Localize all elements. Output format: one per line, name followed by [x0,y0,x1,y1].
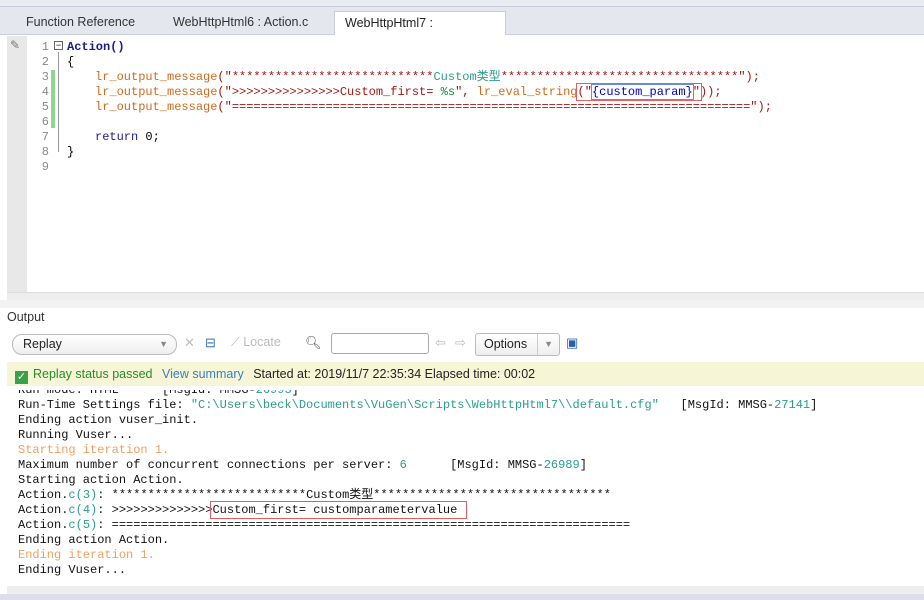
save-icon[interactable]: ▣ [566,335,578,351]
line-number: 5 [41,100,49,114]
view-summary-link[interactable]: View summary [162,367,244,381]
log-line: Starting iteration 1. [18,443,170,457]
line-number: 1 [41,40,49,54]
tab-webhttphtml6-action[interactable]: WebHttpHtml6 : Action.c [163,11,318,35]
editor-tab-bar: Function Reference WebHttpHtml6 : Action… [0,7,924,53]
tab-webhttphtml7-action[interactable]: WebHttpHtml7 : Action.c*✕ [334,11,506,53]
log-line: Ending action vuser_init. [18,413,199,427]
line-number: 8 [41,145,49,159]
tab-function-reference[interactable]: Function Reference [16,11,145,35]
line-number: 9 [41,160,49,174]
editor-gutter: ✎ [7,36,27,292]
log-line: Action.c(3): ***************************… [18,488,611,502]
fold-collapse-icon[interactable]: − [54,41,63,50]
log-line: Action.c(4): >>>>>>>>>>>>>>Custom_first=… [18,501,468,519]
check-icon: ✓ [15,371,28,384]
log-line: Maximum number of concurrent connections… [18,458,587,472]
output-filter-select[interactable]: Replay ▼ [12,334,177,355]
output-title: Output [7,310,45,324]
top-strip [0,0,924,7]
locate-button[interactable]: ⟋ Locate [231,335,281,350]
options-button[interactable]: Options ▼ [475,333,560,356]
search-icon[interactable]: 🔍︎ [305,335,322,351]
editor-horizontal-scrollbar[interactable] [7,292,924,300]
code-line-7: return 0; [95,130,160,144]
code-line-8: } [67,145,75,159]
line-number: 7 [41,130,49,144]
parameter-token: {custom_param} [590,84,694,100]
brush-icon[interactable]: ✎ [10,38,20,52]
code-line-5: lr_output_message("=====================… [95,100,772,114]
line-number: 2 [41,55,49,69]
previous-icon[interactable]: ⇦ [435,335,446,351]
log-line: Running Vuser... [18,428,134,442]
highlighted-value: Custom_first= customparametervalue [210,501,468,519]
search-input[interactable] [331,333,429,354]
line-number: 3 [41,70,49,84]
chevron-down-icon: ▼ [537,334,553,355]
code-line-4: lr_output_message(">>>>>>>>>>>>>>>Custom… [95,83,722,101]
line-number: 6 [41,115,49,129]
next-icon[interactable]: ⇨ [455,335,466,351]
clear-icon[interactable]: ✕ [184,335,195,351]
word-wrap-icon[interactable]: ⊟ [205,335,216,351]
tab-label: WebHttpHtml6 : Action.c [173,15,309,29]
output-horizontal-scrollbar[interactable] [7,586,924,594]
run-info: Started at: 2019/11/7 22:35:34 Elapsed t… [253,367,536,381]
code-line-3: lr_output_message("*********************… [95,70,760,84]
output-toolbar: Replay ▼ ✕ ⊟ ⟋ Locate 🔍︎ ⇦ ⇨ Options ▼ ▣ [7,331,924,359]
log-line: Ending Vuser... [18,563,127,577]
change-marker [51,70,55,128]
replay-status-bar: ✓ Replay status passed View summary Start… [7,362,924,386]
fold-line [58,52,59,152]
code-line-1: Action() [67,40,125,54]
line-number: 4 [41,85,49,99]
status-text: Replay status passed [33,367,153,381]
log-line: Run-Time Settings file: "C:\Users\beck\D… [18,398,818,412]
code-line-2: { [67,55,75,69]
bottom-tab-strip [0,594,924,600]
tab-label: Function Reference [26,15,136,29]
pane-splitter[interactable] [0,300,924,308]
log-line: Ending action Action. [18,533,170,547]
log-line: Ending iteration 1. [18,548,155,562]
log-line: Action.c(5): ===========================… [18,518,631,532]
code-editor[interactable]: ✎ 1 2 3 4 5 6 7 8 9 − Action() { lr_outp… [7,36,924,292]
chevron-down-icon: ▼ [159,339,168,349]
log-line: Starting action Action. [18,473,184,487]
